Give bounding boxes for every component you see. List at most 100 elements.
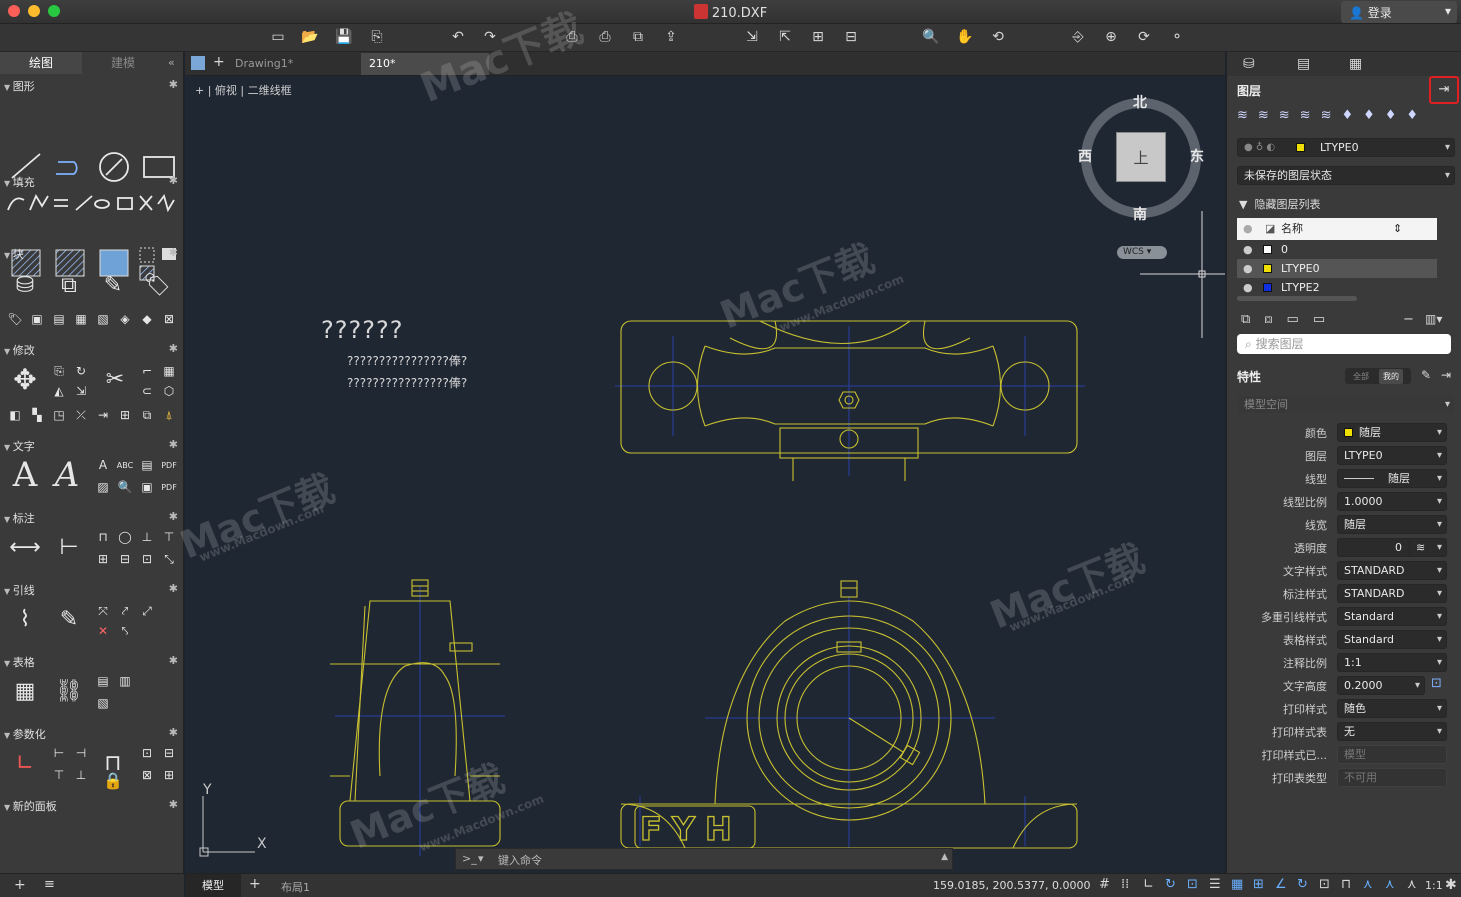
text-tool-icon[interactable]: ▤ xyxy=(138,456,156,474)
gear-icon[interactable]: ✱ xyxy=(169,438,178,451)
list-icon[interactable]: ≡ xyxy=(44,877,55,892)
hidden-layer-list-toggle[interactable]: ▼ 隐藏图层列表 xyxy=(1239,196,1320,212)
delete-layer-icon[interactable]: − xyxy=(1403,312,1414,327)
table-icon[interactable]: ▦ xyxy=(8,674,42,708)
property-value[interactable]: 随色 xyxy=(1337,699,1447,718)
layers-tab-icon[interactable]: ⛁ xyxy=(1243,56,1255,72)
text-style-icon[interactable]: A xyxy=(94,456,112,474)
login-button[interactable]: 👤 登录 ▾ xyxy=(1341,1,1457,23)
offset-icon[interactable]: ⊂ xyxy=(138,382,156,400)
property-value[interactable]: Standard xyxy=(1337,630,1447,649)
single-line-text-icon[interactable]: A xyxy=(50,455,84,495)
dynamic-ucs-icon[interactable]: ∠ xyxy=(1275,877,1287,892)
open-folder-icon[interactable]: 📂 xyxy=(300,28,320,46)
property-value[interactable]: 1:1 xyxy=(1337,653,1447,672)
dimension-tool-icon[interactable]: ⤡ xyxy=(160,550,178,568)
property-filter[interactable]: 全部 我的 xyxy=(1345,368,1411,384)
multileader-icon[interactable]: ✎ xyxy=(52,602,86,636)
isolate-icon[interactable]: ⊓ xyxy=(1341,877,1351,892)
grid-icon[interactable]: # xyxy=(1099,877,1110,892)
import-icon[interactable]: ⇲ xyxy=(742,28,762,46)
leader-tool-icon[interactable]: ⤣ xyxy=(116,622,134,640)
leader-icon[interactable]: ⌇ xyxy=(8,602,42,636)
join-icon[interactable]: ⇥ xyxy=(94,406,112,424)
plot-icon[interactable]: ⎙ xyxy=(595,28,615,46)
batch-plot-icon[interactable]: ⧉ xyxy=(628,28,648,46)
gear-icon[interactable]: ✱ xyxy=(169,510,178,523)
transparency-icon[interactable]: ▦ xyxy=(1231,877,1243,892)
section-title[interactable]: 新的面板 xyxy=(4,798,57,814)
constraint-icon[interactable]: ⊠ xyxy=(138,766,156,784)
layer-table-header[interactable]: ● ◪ 名称 ⇕ xyxy=(1237,218,1437,240)
gear-icon[interactable]: ✱ xyxy=(1445,877,1457,893)
scale-icon[interactable]: ◳ xyxy=(50,406,68,424)
property-value[interactable]: 无 xyxy=(1337,722,1447,741)
lock-icon[interactable]: 🔒 xyxy=(96,768,130,792)
dimension-tool-icon[interactable]: ⊡ xyxy=(138,550,156,568)
leader-tool-icon[interactable]: ⤢ xyxy=(138,602,156,620)
erase-broom-icon[interactable]: ⍋ xyxy=(160,406,178,424)
block-tool-icon[interactable]: ▤ xyxy=(50,310,68,328)
visibility-dot-icon[interactable]: ● xyxy=(1243,278,1253,297)
remove-leader-icon[interactable]: ✕ xyxy=(94,622,112,640)
property-value[interactable]: 随层 xyxy=(1337,515,1447,534)
property-value[interactable]: 0.2000 xyxy=(1337,676,1425,695)
geometric-constraint-icon[interactable]: ∟ xyxy=(8,746,42,780)
block-tool-icon[interactable]: ◆ xyxy=(138,310,156,328)
explode-icon[interactable]: ⬡ xyxy=(160,382,178,400)
attach-icon[interactable]: ⊟ xyxy=(841,28,861,46)
gear-icon[interactable]: ✱ xyxy=(169,342,178,355)
property-value[interactable]: LTYPE0 xyxy=(1337,446,1447,465)
block-tool-icon[interactable]: ▦ xyxy=(72,310,90,328)
stretch-icon[interactable]: ⇲ xyxy=(72,382,90,400)
section-title[interactable]: 填充 xyxy=(4,174,35,190)
add-icon[interactable]: + xyxy=(14,877,26,893)
transparency-mode-icon[interactable]: ≋ xyxy=(1409,538,1447,557)
dimension-tool-icon[interactable]: ⊟ xyxy=(116,550,134,568)
tab-model[interactable]: 建模 xyxy=(82,52,164,74)
visibility-dot-icon[interactable]: ● xyxy=(1243,240,1253,259)
match-properties-icon[interactable]: ⎆ xyxy=(1068,28,1088,46)
export-icon[interactable]: ⇱ xyxy=(775,28,795,46)
print-icon[interactable]: ⎙ xyxy=(562,28,582,46)
publish-icon[interactable]: ⇪ xyxy=(661,28,681,46)
table-tool-icon[interactable]: ▧ xyxy=(94,694,112,712)
constraint-icon[interactable]: ⊥ xyxy=(72,766,90,784)
constraint-icon[interactable]: ⊤ xyxy=(50,766,68,784)
redo-icon[interactable]: ↷ xyxy=(480,28,500,46)
pdf-import-icon[interactable]: PDF xyxy=(160,478,178,496)
block-tool-icon[interactable]: ◈ xyxy=(116,310,134,328)
table-tool-icon[interactable]: ▤ xyxy=(94,672,112,690)
blocks-tab-icon[interactable]: ▤ xyxy=(1297,56,1310,72)
refresh-icon[interactable]: ⟳ xyxy=(1134,28,1154,46)
create-block-icon[interactable]: ⛁ xyxy=(8,268,42,302)
snap-icon[interactable]: ⁞⁞ xyxy=(1121,877,1129,892)
tab-drawing1[interactable]: Drawing1* xyxy=(227,53,361,75)
grid-view-icon[interactable] xyxy=(191,56,205,70)
wcs-menu[interactable]: WCS ▾ xyxy=(1117,246,1167,259)
3d-osnap-icon[interactable]: ⊡ xyxy=(1319,877,1330,892)
new-file-icon[interactable]: ▭ xyxy=(268,28,288,46)
layer-color-swatch[interactable] xyxy=(1263,283,1272,292)
layer-state-select[interactable]: 未保存的图层状态 xyxy=(1237,166,1455,185)
selection-cycle-icon[interactable]: ⊞ xyxy=(1253,877,1264,892)
gear-icon[interactable]: ✱ xyxy=(169,246,178,259)
expand-up-icon[interactable]: ▲ xyxy=(941,852,948,862)
auto-scale-icon[interactable]: ⋏ xyxy=(1385,877,1395,892)
fillet-icon[interactable]: ⌐ xyxy=(138,362,156,380)
modify-tool-icon[interactable]: ⊞ xyxy=(116,406,134,424)
layer-actions-row[interactable]: ⧉⧈▭▭ xyxy=(1241,312,1339,327)
constraint-icon[interactable]: ⊟ xyxy=(160,744,178,762)
collapse-panel-icon[interactable]: « xyxy=(168,56,175,69)
layer-row[interactable]: ● LTYPE0 xyxy=(1237,259,1437,278)
quick-select-icon[interactable]: ⊕ xyxy=(1101,28,1121,46)
array-icon[interactable]: ▦ xyxy=(160,362,178,380)
horizontal-scrollbar[interactable] xyxy=(1237,296,1357,301)
annotation-scale-value[interactable]: 1:1 xyxy=(1425,879,1443,892)
layer-tools-row[interactable]: ≋≋≋≋≋♦♦♦♦ xyxy=(1237,108,1455,126)
block-tool-icon[interactable]: ▧ xyxy=(94,310,112,328)
popout-properties-icon[interactable]: ⇥ xyxy=(1441,368,1451,382)
tab-layout1[interactable]: 布局1 xyxy=(281,879,310,895)
section-title[interactable]: 表格 xyxy=(4,654,35,670)
text-height-icon[interactable]: ⊡ xyxy=(1431,676,1442,691)
